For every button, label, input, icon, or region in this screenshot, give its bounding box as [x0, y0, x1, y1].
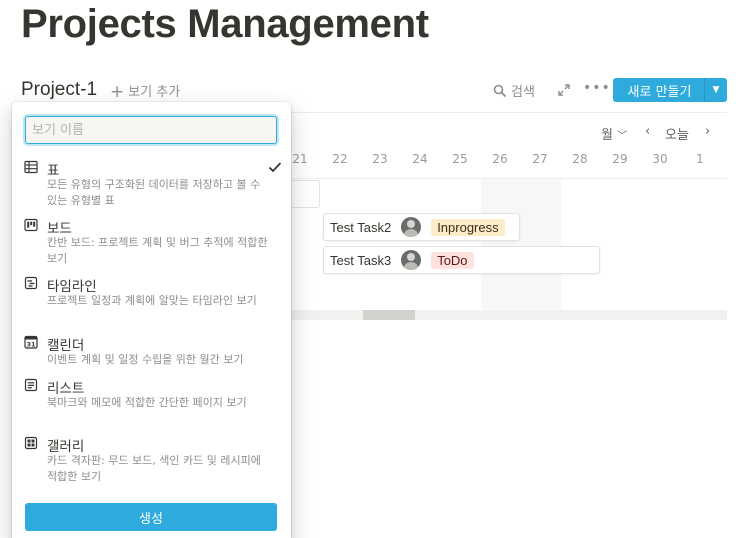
view-option-description: 칸반 보드: 프로젝트 계획 및 버그 추적에 적합한 보기 [47, 236, 268, 265]
checkmark-icon [268, 162, 282, 173]
date-label: 26 [492, 152, 508, 166]
view-option-title: 캘린더 [47, 338, 85, 354]
board-icon [24, 218, 38, 232]
view-option-title: 리스트 [47, 381, 85, 397]
status-badge: ToDo [431, 251, 474, 269]
page-title: Projects Management [21, 2, 429, 46]
date-label: 25 [452, 152, 468, 166]
view-option-description: 모든 유형의 구조화된 데이터를 저장하고 볼 수 있는 유형별 표 [47, 178, 261, 207]
task-card[interactable]: Test Task3 ToDo [323, 246, 600, 274]
new-button[interactable]: 새로 만들기 ▼ [613, 78, 727, 102]
list-icon [24, 378, 38, 392]
view-option-title: 타임라인 [47, 279, 97, 295]
timeline-icon [24, 276, 38, 290]
new-button-label: 새로 만들기 [627, 84, 692, 100]
date-label: 29 [612, 152, 628, 166]
view-option-gallery[interactable]: 갤러리 카드 격자판: 무드 보드, 색인 카드 및 레시피에 적합한 보기 [24, 435, 279, 487]
scrollbar-thumb[interactable] [363, 310, 415, 320]
today-button[interactable]: 오늘 [665, 124, 689, 143]
status-badge: Inprogress [431, 218, 505, 236]
task-card[interactable]: Test Task2 Inprogress [323, 213, 520, 241]
view-option-timeline[interactable]: 타임라인 프로젝트 일정과 계획에 알맞는 타임라인 보기 [24, 275, 279, 327]
svg-text:31: 31 [26, 340, 36, 348]
view-option-title: 갤러리 [47, 439, 85, 455]
view-option-description: 카드 격자판: 무드 보드, 색인 카드 및 레시피에 적합한 보기 [47, 454, 261, 483]
horizontal-scrollbar[interactable] [290, 310, 727, 320]
view-option-list[interactable]: 리스트 북마크와 메모에 적합한 간단한 페이지 보기 [24, 377, 279, 429]
date-label: 28 [572, 152, 588, 166]
add-view-button[interactable]: + 보기 추가 [110, 81, 180, 102]
search-icon [493, 84, 507, 98]
next-icon[interactable]: › [705, 124, 710, 139]
date-label: 22 [332, 152, 348, 166]
view-option-calendar[interactable]: 31 캘린더 이벤트 계획 및 일정 수립을 위한 월간 보기 [24, 334, 279, 370]
date-label: 1 [696, 152, 704, 166]
view-option-title: 보드 [47, 221, 72, 237]
timeline-scale-label: 월 [601, 128, 613, 143]
calendar-icon: 31 [24, 335, 38, 349]
add-view-label: 보기 추가 [128, 85, 181, 100]
date-label: 24 [412, 152, 428, 166]
add-view-popup: 표 모든 유형의 구조화된 데이터를 저장하고 볼 수 있는 유형별 표 보드 … [12, 102, 291, 538]
date-label: 30 [652, 152, 668, 166]
create-button[interactable]: 생성 [25, 503, 277, 531]
view-name-input[interactable] [25, 116, 277, 144]
more-options-icon[interactable]: ••• [583, 80, 611, 96]
search-label: 검색 [511, 85, 535, 100]
database-title[interactable]: Project-1 [21, 79, 97, 101]
weekend-column [481, 179, 561, 309]
gallery-icon [24, 436, 38, 450]
chevron-down-icon: ﹀ [617, 131, 628, 142]
view-option-description: 이벤트 계획 및 일정 수립을 위한 월간 보기 [47, 353, 244, 366]
table-icon [24, 160, 38, 174]
view-option-title: 표 [47, 163, 60, 179]
plus-icon: + [110, 82, 125, 102]
avatar [401, 217, 422, 237]
search-button[interactable]: 검색 [493, 81, 535, 100]
date-label: 21 [292, 152, 308, 166]
task-name: Test Task3 [330, 252, 392, 268]
date-label: 23 [372, 152, 388, 166]
view-option-description: 북마크와 메모에 적합한 간단한 페이지 보기 [47, 396, 247, 409]
chevron-down-icon[interactable]: ▼ [705, 85, 727, 95]
previous-icon[interactable]: ‹ [645, 124, 650, 139]
view-option-board[interactable]: 보드 칸반 보드: 프로젝트 계획 및 버그 추적에 적합한 보기 [24, 217, 279, 269]
date-label: 27 [532, 152, 548, 166]
expand-icon[interactable] [557, 83, 571, 97]
view-option-table[interactable]: 표 모든 유형의 구조화된 데이터를 저장하고 볼 수 있는 유형별 표 [24, 159, 282, 211]
timeline-scale-select[interactable]: 월 ﹀ [601, 124, 627, 143]
task-name: Test Task2 [330, 219, 392, 235]
task-card-partial[interactable] [292, 180, 320, 208]
view-option-description: 프로젝트 일정과 계획에 알맞는 타임라인 보기 [47, 294, 257, 307]
timeline-date-header: 21 22 23 24 25 26 27 28 29 30 1 [290, 152, 727, 170]
avatar [401, 250, 422, 270]
